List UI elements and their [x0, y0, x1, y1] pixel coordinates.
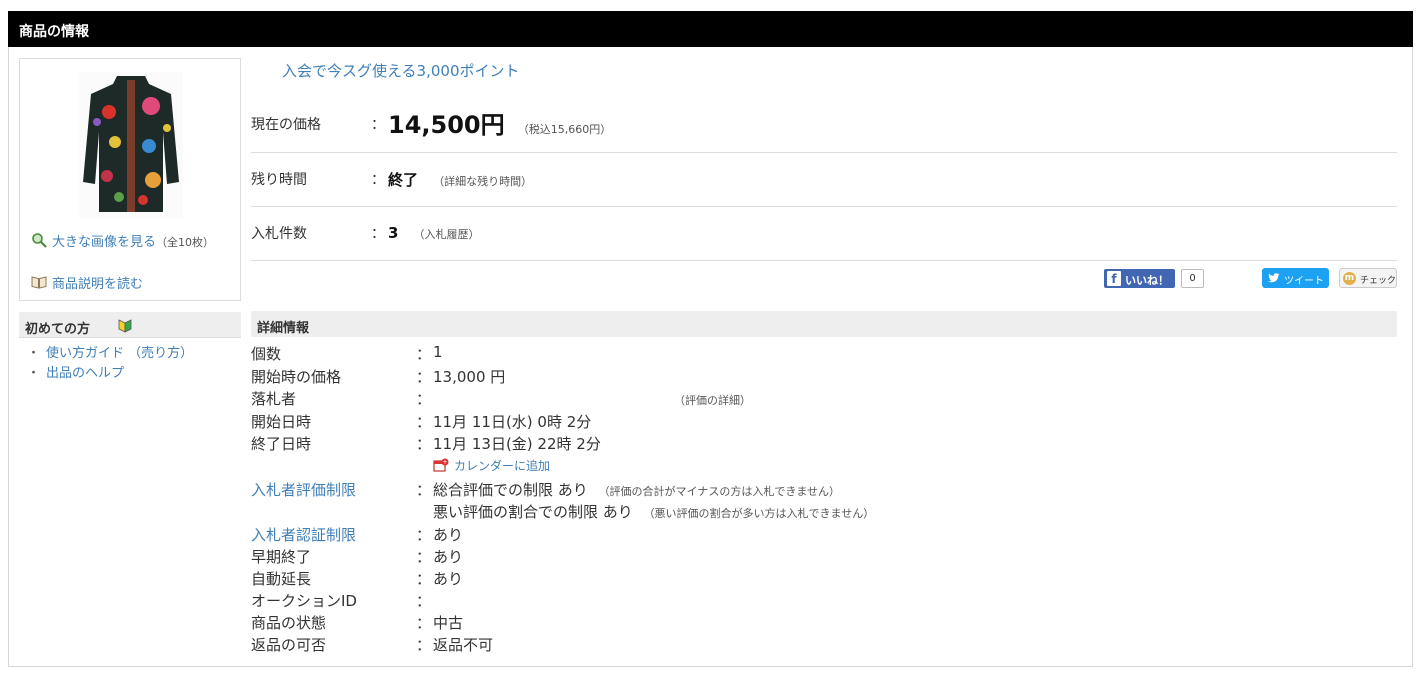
beginner-header: 初めての方	[19, 312, 241, 338]
magnifier-icon	[32, 233, 47, 248]
rating-detail-link[interactable]: （評価の詳細）	[674, 392, 751, 408]
start-price-colon: ：	[416, 368, 432, 386]
returns-colon: ：	[416, 636, 432, 654]
rating-limit-colon: ：	[416, 481, 432, 499]
start-date-label: 開始日時	[251, 413, 312, 431]
start-date-colon: ：	[416, 413, 432, 431]
beginner-links: ・使い方ガイド （売り方） ・出品のヘルプ	[27, 344, 193, 384]
twitter-bird-icon	[1268, 273, 1280, 283]
beginner-mark-icon	[118, 319, 132, 333]
auction-id-label: オークションID	[251, 592, 357, 610]
section-title: 商品の情報	[19, 24, 89, 40]
like-label: いいね！	[1125, 274, 1169, 287]
time-left-label: 残り時間	[251, 172, 307, 188]
quantity-colon: ：	[416, 345, 432, 363]
book-icon	[31, 276, 47, 289]
tweet-label: ツイート	[1284, 276, 1324, 287]
product-image[interactable]	[79, 72, 183, 219]
section-header: 商品の情報	[8, 11, 1413, 47]
check-label: チェック	[1360, 276, 1397, 286]
bid-count-label: 入札件数	[251, 226, 307, 242]
auth-limit-label[interactable]: 入札者認証制限	[251, 524, 356, 545]
current-price: 14,500円	[388, 111, 505, 139]
start-price-label: 開始時の価格	[251, 368, 342, 386]
early-end-colon: ：	[416, 548, 432, 566]
list-item: ・出品のヘルプ	[27, 366, 125, 381]
bid-count-value: 3	[388, 224, 399, 242]
bid-count-colon: ：	[371, 226, 385, 242]
time-left-detail-link[interactable]: （詳細な残り時間）	[433, 175, 532, 188]
returns-value: 返品不可	[433, 636, 494, 654]
svg-text:+: +	[442, 459, 447, 466]
quantity-value: 1	[433, 343, 443, 361]
read-description-row: 商品説明を読む	[31, 273, 143, 292]
start-date-value: 11月 11日(水) 0時 2分	[433, 413, 592, 431]
auction-id-colon: ：	[416, 592, 432, 610]
price-label: 現在の価格	[251, 117, 321, 133]
end-date-label: 終了日時	[251, 435, 312, 453]
early-end-label: 早期終了	[251, 548, 312, 566]
add-to-calendar-row: + カレンダーに追加	[433, 457, 550, 474]
beginner-title: 初めての方	[25, 322, 91, 337]
time-left-value: 終了	[388, 171, 419, 189]
winner-label: 落札者	[251, 390, 297, 408]
calendar-icon: +	[433, 458, 449, 472]
rating-limit-note-2: （悪い評価の割合が多い方は入札できません）	[643, 507, 875, 520]
rating-limit-note-1: （評価の合計がマイナスの方は入札できません）	[598, 485, 841, 498]
auto-extend-value: あり	[433, 570, 464, 588]
rating-limit-value-1: 総合評価での制限 あり	[433, 481, 588, 499]
view-large-image-link[interactable]: 大きな画像を見る	[52, 235, 156, 250]
tax-included-price: （税込15,660円）	[517, 123, 612, 136]
winner-colon: ：	[416, 390, 432, 408]
list-item: ・使い方ガイド （売り方）	[27, 346, 194, 361]
price-row: 現在の価格 ： 14,500円 （税込15,660円）	[251, 98, 1397, 153]
time-left-row: 残り時間 ： 終了 （詳細な残り時間）	[251, 153, 1397, 207]
usage-guide-link[interactable]: 使い方ガイド （売り方）	[46, 346, 193, 361]
auto-extend-colon: ：	[416, 570, 432, 588]
zoom-link-row: 大きな画像を見る（全10枚）	[31, 232, 231, 252]
listing-help-link[interactable]: 出品のヘルプ	[46, 366, 124, 381]
price-colon: ：	[371, 117, 385, 133]
early-end-value: あり	[433, 548, 464, 566]
tweet-button[interactable]: ツイート	[1262, 268, 1329, 288]
facebook-icon: f	[1107, 271, 1121, 286]
promo-link[interactable]: 入会で今スグ使える3,000ポイント	[282, 60, 520, 81]
quantity-label: 個数	[251, 345, 282, 363]
bid-count-row: 入札件数 ： 3 （入札履歴）	[251, 207, 1397, 261]
rating-limit-label[interactable]: 入札者評価制限	[251, 479, 356, 500]
details-header: 詳細情報	[251, 311, 1397, 337]
auth-limit-value: あり	[433, 526, 464, 544]
returns-label: 返品の可否	[251, 636, 327, 654]
mixi-icon: m	[1343, 272, 1356, 285]
auth-limit-colon: ：	[416, 526, 432, 544]
rating-limit-value-2: 悪い評価の割合での制限 あり	[433, 503, 633, 521]
mixi-check-button[interactable]: m チェック	[1339, 268, 1397, 288]
condition-label: 商品の状態	[251, 614, 327, 632]
condition-colon: ：	[416, 614, 432, 632]
start-price-value: 13,000 円	[433, 368, 506, 386]
end-date-value: 11月 13日(金) 22時 2分	[433, 435, 601, 453]
time-left-colon: ：	[371, 172, 385, 188]
image-count: （全10枚）	[156, 236, 215, 249]
facebook-like-button[interactable]: f いいね！	[1104, 269, 1175, 288]
end-date-colon: ：	[416, 435, 432, 453]
bid-history-link[interactable]: （入札履歴）	[414, 228, 480, 241]
details-title: 詳細情報	[257, 321, 310, 336]
add-to-calendar-link[interactable]: カレンダーに追加	[454, 459, 550, 473]
like-count: 0	[1181, 269, 1204, 288]
condition-value: 中古	[433, 614, 464, 632]
read-description-link[interactable]: 商品説明を読む	[52, 277, 143, 292]
detail-row-winner: 落札者 ： （評価の詳細）	[251, 388, 771, 408]
auto-extend-label: 自動延長	[251, 570, 312, 588]
